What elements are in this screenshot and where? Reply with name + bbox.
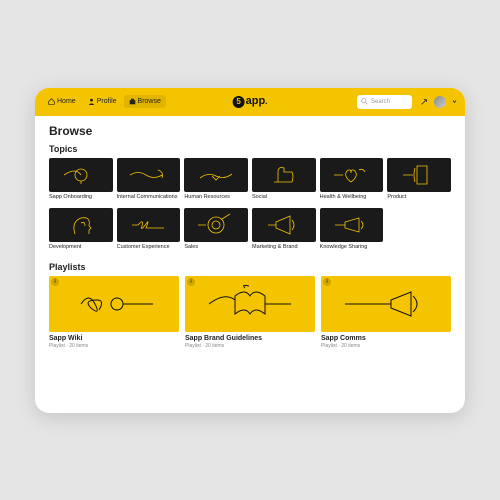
topic-thumb [320,208,384,242]
logo-name: app [246,95,266,107]
playlist-meta: Playlist · 20 items [49,343,179,349]
topic-thumb [117,208,181,242]
topic-label: Human Resources [184,194,248,206]
nav-browse-label: Browse [138,98,161,105]
topic-label: Sapp Onboarding [49,194,113,206]
info-badge: i [187,278,195,286]
main-content: Browse Topics Sapp Onboarding Internal C… [35,116,465,413]
top-bar: Home Profile Browse 5 app . Search [35,88,465,116]
playlist-title: Sapp Brand Guidelines [185,335,315,342]
playlist-title: Sapp Comms [321,335,451,342]
search-placeholder: Search [371,99,390,105]
nav-profile-label: Profile [97,98,117,105]
topic-card[interactable]: Sales [184,208,248,256]
thumbsup-icon [264,162,304,188]
topic-thumb [49,158,113,192]
topic-thumb [252,158,316,192]
playlist-card[interactable]: i Sapp Comms Playlist · 20 items [321,276,451,349]
lightbulb-icon [61,162,101,188]
section-playlists-heading: Playlists [49,262,451,272]
topic-card[interactable]: Product [387,158,451,206]
topic-card[interactable]: Customer Experience [117,208,181,256]
tangle-icon [128,212,168,238]
search-icon [361,98,368,105]
nav-home[interactable]: Home [43,95,81,108]
briefcase-icon [129,98,136,105]
topic-label: Product [387,194,451,206]
topic-thumb [117,158,181,192]
share-icon[interactable] [420,98,428,106]
topic-thumb [252,208,316,242]
topic-label: Health & Wellbeing [320,194,384,206]
info-badge: i [323,278,331,286]
head-icon [61,212,101,238]
nav-profile[interactable]: Profile [83,95,122,108]
topic-card[interactable]: Marketing & Brand [252,208,316,256]
topic-thumb [184,208,248,242]
topic-label: Sales [184,244,248,256]
scribble-icon [69,282,159,326]
handshake-icon [196,162,236,188]
topic-thumb [184,158,248,192]
topic-card[interactable]: Human Resources [184,158,248,206]
playlist-meta: Playlist · 20 items [321,343,451,349]
home-icon [48,98,55,105]
avatar[interactable] [434,96,446,108]
topbar-right [420,96,457,108]
page-title: Browse [49,124,451,138]
playlist-grid: i Sapp Wiki Playlist · 20 items i Sapp B… [49,276,451,349]
topic-card[interactable]: Knowledge Sharing [320,208,384,256]
brand-logo: 5 app . [233,95,268,108]
topics-row-2: Development Customer Experience Sales Ma… [49,208,451,256]
app-window: Home Profile Browse 5 app . Search Brows… [35,88,465,413]
playlist-thumb: i [321,276,451,332]
topic-card[interactable]: Development [49,208,113,256]
section-topics-heading: Topics [49,144,451,154]
playlist-title: Sapp Wiki [49,335,179,342]
playlist-card[interactable]: i Sapp Brand Guidelines Playlist · 20 it… [185,276,315,349]
nav-browse[interactable]: Browse [124,95,166,108]
person-icon [88,98,95,105]
topic-label: Customer Experience [117,244,181,256]
logo-dot: . [265,97,267,106]
target-icon [196,212,236,238]
topic-card[interactable]: Sapp Onboarding [49,158,113,206]
topic-label: Social [252,194,316,206]
thread-icon [128,162,168,188]
topic-label: Development [49,244,113,256]
nav-home-label: Home [57,98,76,105]
topics-row-1: Sapp Onboarding Internal Communications … [49,158,451,206]
info-badge: i [51,278,59,286]
chevron-down-icon[interactable] [452,99,457,104]
playlist-thumb: i [185,276,315,332]
topic-thumb [387,158,451,192]
phone-icon [399,162,439,188]
topic-label: Internal Communications [117,194,181,206]
topic-thumb [49,208,113,242]
logo-5: 5 [233,96,245,108]
topic-label: Marketing & Brand [252,244,316,256]
playlist-thumb: i [49,276,179,332]
topic-card[interactable]: Social [252,158,316,206]
topic-card[interactable]: Health & Wellbeing [320,158,384,206]
topic-thumb [320,158,384,192]
megaphone-icon [264,212,304,238]
search-input[interactable]: Search [357,95,412,109]
horn-icon [341,282,431,326]
playlist-meta: Playlist · 20 items [185,343,315,349]
megaphone2-icon [331,212,371,238]
playlist-card[interactable]: i Sapp Wiki Playlist · 20 items [49,276,179,349]
topic-label: Knowledge Sharing [320,244,384,256]
book-icon [205,282,295,326]
topic-card[interactable]: Internal Communications [117,158,181,206]
heart-icon [331,162,371,188]
